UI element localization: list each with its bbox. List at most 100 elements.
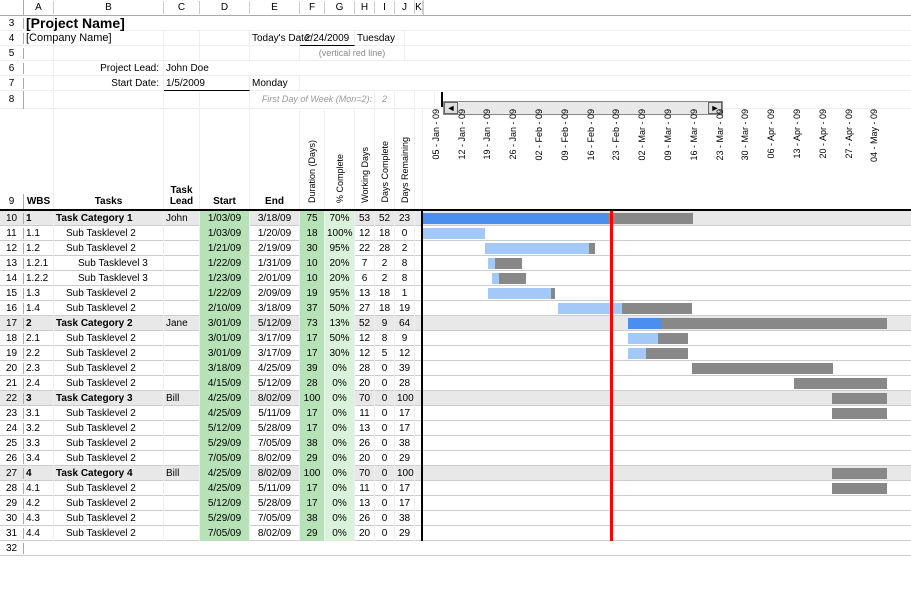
gantt-bar[interactable] xyxy=(492,273,499,284)
pct-cell[interactable]: 95% xyxy=(325,286,355,301)
start-cell[interactable]: 4/25/09 xyxy=(200,481,250,496)
dc-cell[interactable]: 0 xyxy=(375,421,395,436)
header-working-days[interactable]: Working Days xyxy=(355,109,375,209)
dc-cell[interactable]: 0 xyxy=(375,511,395,526)
dc-cell[interactable]: 0 xyxy=(375,391,395,406)
gantt-bar[interactable] xyxy=(485,243,589,254)
dc-cell[interactable]: 18 xyxy=(375,286,395,301)
dur-cell[interactable]: 38 xyxy=(300,511,325,526)
dur-cell[interactable]: 10 xyxy=(300,271,325,286)
lead-cell[interactable] xyxy=(164,241,200,256)
wbs-cell[interactable]: 1 xyxy=(24,211,54,226)
dur-cell[interactable]: 29 xyxy=(300,451,325,466)
dur-cell[interactable]: 73 xyxy=(300,316,325,331)
col-letter[interactable]: G xyxy=(325,1,355,14)
gantt-bar[interactable] xyxy=(495,258,522,269)
dr-cell[interactable]: 17 xyxy=(395,421,415,436)
spacer[interactable] xyxy=(415,526,423,541)
wbs-cell[interactable]: 1.2.1 xyxy=(24,256,54,271)
pct-cell[interactable]: 0% xyxy=(325,526,355,541)
pct-cell[interactable]: 50% xyxy=(325,301,355,316)
wd-cell[interactable]: 22 xyxy=(355,241,375,256)
task-cell[interactable]: Sub Tasklevel 2 xyxy=(54,511,164,526)
wbs-cell[interactable]: 3.4 xyxy=(24,451,54,466)
end-cell[interactable]: 3/18/09 xyxy=(250,211,300,226)
pct-cell[interactable]: 0% xyxy=(325,361,355,376)
start-cell[interactable]: 5/12/09 xyxy=(200,421,250,436)
wd-cell[interactable]: 52 xyxy=(355,316,375,331)
wbs-cell[interactable]: 4.4 xyxy=(24,526,54,541)
dc-cell[interactable]: 0 xyxy=(375,376,395,391)
dc-cell[interactable]: 9 xyxy=(375,316,395,331)
end-cell[interactable]: 3/17/09 xyxy=(250,346,300,361)
start-cell[interactable]: 4/25/09 xyxy=(200,466,250,481)
wbs-cell[interactable]: 2.2 xyxy=(24,346,54,361)
dur-cell[interactable]: 39 xyxy=(300,361,325,376)
end-cell[interactable]: 5/28/09 xyxy=(250,421,300,436)
dr-cell[interactable]: 17 xyxy=(395,481,415,496)
dur-cell[interactable]: 10 xyxy=(300,256,325,271)
dr-cell[interactable]: 100 xyxy=(395,466,415,481)
dr-cell[interactable]: 29 xyxy=(395,526,415,541)
end-cell[interactable]: 8/02/09 xyxy=(250,451,300,466)
task-cell[interactable]: Sub Tasklevel 2 xyxy=(54,301,164,316)
pct-cell[interactable]: 0% xyxy=(325,481,355,496)
dur-cell[interactable]: 37 xyxy=(300,301,325,316)
dur-cell[interactable]: 100 xyxy=(300,466,325,481)
dr-cell[interactable]: 9 xyxy=(395,331,415,346)
start-cell[interactable]: 7/05/09 xyxy=(200,451,250,466)
pct-cell[interactable]: 20% xyxy=(325,271,355,286)
spacer[interactable] xyxy=(415,286,423,301)
spacer[interactable] xyxy=(415,436,423,451)
start-cell[interactable]: 1/21/09 xyxy=(200,241,250,256)
end-cell[interactable]: 5/12/09 xyxy=(250,316,300,331)
start-cell[interactable]: 5/12/09 xyxy=(200,496,250,511)
lead-cell[interactable] xyxy=(164,256,200,271)
dr-cell[interactable]: 0 xyxy=(395,226,415,241)
lead-cell[interactable] xyxy=(164,301,200,316)
wbs-cell[interactable]: 3.2 xyxy=(24,421,54,436)
dur-cell[interactable]: 19 xyxy=(300,286,325,301)
start-cell[interactable]: 1/23/09 xyxy=(200,271,250,286)
lead-cell[interactable]: Bill xyxy=(164,466,200,481)
end-cell[interactable]: 8/02/09 xyxy=(250,466,300,481)
task-cell[interactable]: Sub Tasklevel 2 xyxy=(54,361,164,376)
col-letter[interactable]: K xyxy=(415,1,423,14)
lead-cell[interactable] xyxy=(164,421,200,436)
wd-cell[interactable]: 12 xyxy=(355,346,375,361)
end-cell[interactable]: 2/19/09 xyxy=(250,241,300,256)
gantt-bar[interactable] xyxy=(628,333,658,344)
gantt-bar[interactable] xyxy=(622,303,692,314)
header-duration[interactable]: Duration (Days) xyxy=(300,109,325,209)
wd-cell[interactable]: 20 xyxy=(355,376,375,391)
dc-cell[interactable]: 18 xyxy=(375,301,395,316)
lead-cell[interactable] xyxy=(164,361,200,376)
gantt-bar[interactable] xyxy=(661,318,887,329)
task-cell[interactable]: Sub Tasklevel 2 xyxy=(54,406,164,421)
dc-cell[interactable]: 2 xyxy=(375,256,395,271)
gantt-bar[interactable] xyxy=(832,483,887,494)
dur-cell[interactable]: 17 xyxy=(300,406,325,421)
end-cell[interactable]: 5/11/09 xyxy=(250,481,300,496)
header-wbs[interactable]: WBS xyxy=(24,109,54,209)
pct-cell[interactable]: 0% xyxy=(325,421,355,436)
wbs-cell[interactable]: 2.4 xyxy=(24,376,54,391)
spacer[interactable] xyxy=(415,421,423,436)
spacer[interactable] xyxy=(415,361,423,376)
spacer[interactable] xyxy=(415,481,423,496)
wbs-cell[interactable]: 1.3 xyxy=(24,286,54,301)
col-letter[interactable]: F xyxy=(300,1,325,14)
pct-cell[interactable]: 100% xyxy=(325,226,355,241)
wd-cell[interactable]: 70 xyxy=(355,466,375,481)
header-start[interactable]: Start xyxy=(200,109,250,209)
lead-cell[interactable] xyxy=(164,526,200,541)
dr-cell[interactable]: 17 xyxy=(395,406,415,421)
task-cell[interactable]: Sub Tasklevel 2 xyxy=(54,286,164,301)
pct-cell[interactable]: 0% xyxy=(325,496,355,511)
dc-cell[interactable]: 5 xyxy=(375,346,395,361)
wd-cell[interactable]: 26 xyxy=(355,436,375,451)
wbs-cell[interactable]: 2.1 xyxy=(24,331,54,346)
gantt-bar[interactable] xyxy=(658,333,688,344)
end-cell[interactable]: 5/11/09 xyxy=(250,406,300,421)
start-cell[interactable]: 3/01/09 xyxy=(200,331,250,346)
